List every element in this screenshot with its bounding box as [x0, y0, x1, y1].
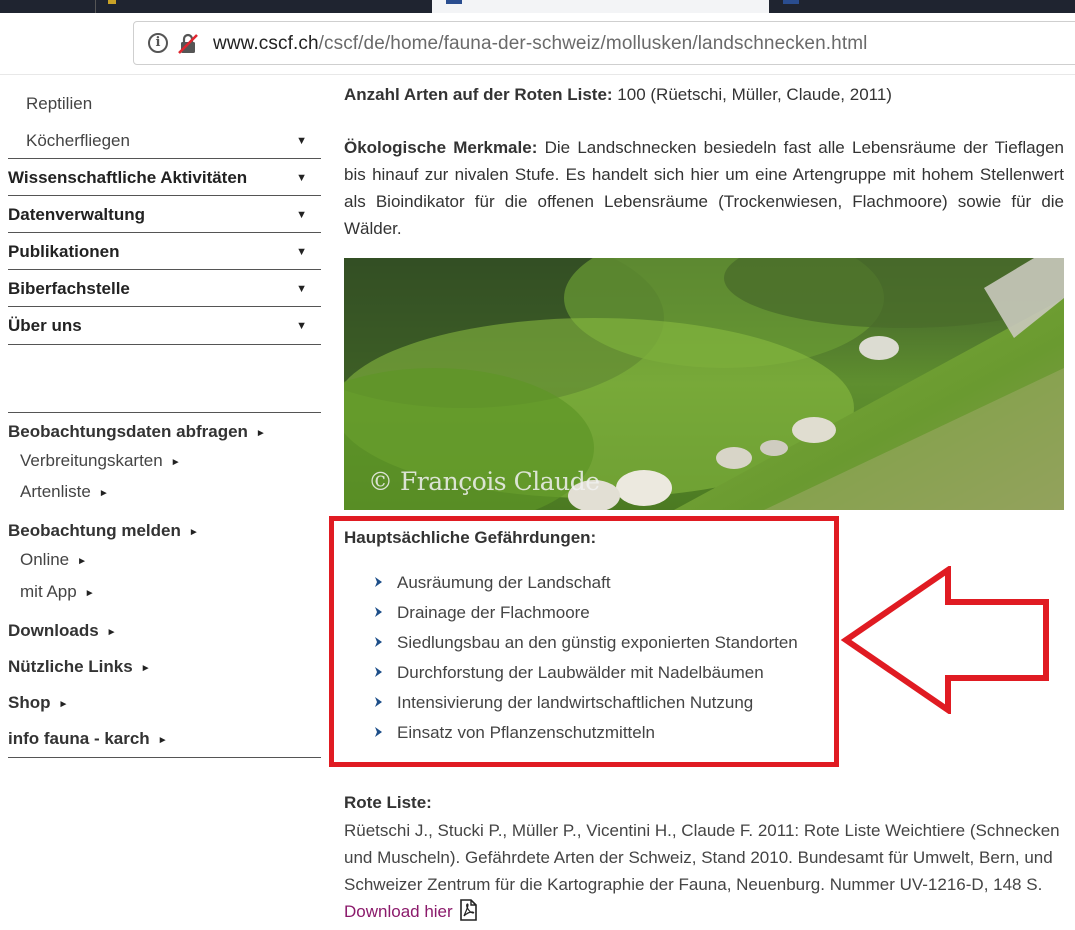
tab-favicon[interactable]: [446, 0, 462, 4]
pdf-icon[interactable]: [457, 899, 479, 921]
ecology-label: Ökologische Merkmale:: [344, 138, 538, 157]
divider: [8, 757, 321, 758]
sidebar-item-koecherfliegen[interactable]: Köcherfliegen ▼: [8, 129, 321, 153]
divider: [8, 412, 321, 413]
highlight-box: [329, 516, 839, 767]
link-label: Verbreitungskarten: [20, 451, 163, 470]
sidebar-item-reptilien[interactable]: Reptilien: [8, 92, 321, 116]
arrow-right-icon: ►: [188, 527, 199, 538]
caret-down-icon[interactable]: ▼: [296, 240, 307, 264]
link-info-fauna-karch[interactable]: info fauna - karch ►: [8, 727, 168, 754]
link-label: Nützliche Links: [8, 657, 133, 676]
link-online[interactable]: Online ►: [20, 548, 87, 575]
link-label: Downloads: [8, 621, 99, 640]
link-mit-app[interactable]: mit App ►: [20, 580, 95, 607]
arrow-right-icon: ►: [98, 488, 109, 499]
link-label: info fauna - karch: [8, 729, 150, 748]
url-text[interactable]: www.cscf.ch/cscf/de/home/fauna-der-schwe…: [213, 33, 867, 55]
link-label: Beobachtungsdaten abfragen: [8, 422, 248, 441]
tab-separator: [95, 0, 96, 13]
link-shop[interactable]: Shop ►: [8, 691, 68, 718]
sidebar-item-label: Über uns: [8, 316, 82, 335]
insecure-lock-icon[interactable]: [176, 32, 200, 56]
info-icon[interactable]: i: [148, 33, 168, 53]
red-list-count-label: Anzahl Arten auf der Roten Liste:: [344, 85, 613, 104]
tab-favicon[interactable]: [108, 0, 116, 4]
link-artenliste[interactable]: Artenliste ►: [20, 480, 109, 507]
link-label: Beobachtung melden: [8, 521, 181, 540]
rote-liste-citation: Rüetschi J., Stucki P., Müller P., Vicen…: [344, 821, 1060, 894]
photo-credit: © François Claude: [368, 467, 600, 496]
divider: [8, 195, 321, 196]
highlight-arrow-icon: [840, 566, 1049, 714]
download-link[interactable]: Download hier: [344, 902, 453, 921]
arrow-right-icon: ►: [157, 735, 168, 746]
arrow-right-icon: ►: [58, 699, 69, 710]
caret-down-icon[interactable]: ▼: [296, 314, 307, 338]
landscape-photo: © François Claude: [344, 258, 1064, 510]
caret-down-icon[interactable]: ▼: [296, 277, 307, 301]
link-beobachtung-melden[interactable]: Beobachtung melden ►: [8, 519, 199, 546]
url-host: www.cscf.ch: [213, 33, 319, 54]
link-label: Online: [20, 550, 70, 569]
divider: [8, 306, 321, 307]
sidebar-item-wissenschaftliche-aktivitaeten[interactable]: Wissenschaftliche Aktivitäten ▼: [8, 166, 321, 190]
red-list-count: Anzahl Arten auf der Roten Liste: 100 (R…: [344, 81, 1064, 108]
caret-down-icon[interactable]: ▼: [296, 166, 307, 190]
ecology-paragraph: Ökologische Merkmale: Die Landschnecken …: [344, 134, 1064, 242]
browser-tab-strip: [0, 0, 1075, 13]
sidebar-item-publikationen[interactable]: Publikationen ▼: [8, 240, 321, 264]
sidebar-item-label: Datenverwaltung: [8, 205, 145, 224]
url-path: /cscf/de/home/fauna-der-schweiz/molluske…: [318, 33, 868, 54]
arrow-right-icon: ►: [140, 663, 151, 674]
link-label: Shop: [8, 693, 51, 712]
active-tab[interactable]: [432, 0, 769, 13]
arrow-right-icon: ►: [106, 627, 117, 638]
sidebar-item-label: Wissenschaftliche Aktivitäten: [8, 168, 248, 187]
divider: [8, 269, 321, 270]
sidebar-item-label: Publikationen: [8, 242, 120, 261]
divider: [8, 158, 321, 159]
sidebar-item-label: Biberfachstelle: [8, 279, 130, 298]
link-nuetzliche-links[interactable]: Nützliche Links ►: [8, 655, 151, 682]
tab-favicon[interactable]: [783, 0, 799, 4]
address-bar-row: i www.cscf.ch/cscf/de/home/fauna-der-sch…: [0, 13, 1075, 75]
sidebar-item-datenverwaltung[interactable]: Datenverwaltung ▼: [8, 203, 321, 227]
arrow-right-icon: ►: [170, 457, 181, 468]
link-beobachtungsdaten-abfragen[interactable]: Beobachtungsdaten abfragen ►: [8, 420, 266, 447]
caret-down-icon[interactable]: ▼: [296, 129, 307, 153]
sidebar-item-biberfachstelle[interactable]: Biberfachstelle ▼: [8, 277, 321, 301]
link-verbreitungskarten[interactable]: Verbreitungskarten ►: [20, 449, 181, 476]
link-label: mit App: [20, 582, 77, 601]
divider: [8, 232, 321, 233]
sidebar-item-label: Köcherfliegen: [26, 131, 130, 150]
arrow-right-icon: ►: [77, 556, 88, 567]
rote-liste-text: Rüetschi J., Stucki P., Müller P., Vicen…: [344, 817, 1064, 925]
red-list-count-value: 100 (Rüetschi, Müller, Claude, 2011): [617, 85, 892, 104]
arrow-right-icon: ►: [84, 588, 95, 599]
arrow-right-icon: ►: [255, 428, 266, 439]
sidebar-item-ueber-uns[interactable]: Über uns ▼: [8, 314, 321, 338]
divider: [8, 344, 321, 345]
caret-down-icon[interactable]: ▼: [296, 203, 307, 227]
link-label: Artenliste: [20, 482, 91, 501]
address-bar[interactable]: i www.cscf.ch/cscf/de/home/fauna-der-sch…: [133, 21, 1075, 65]
sidebar-item-label: Reptilien: [26, 94, 93, 113]
link-downloads[interactable]: Downloads ►: [8, 619, 117, 646]
rote-liste-title: Rote Liste:: [344, 793, 432, 812]
